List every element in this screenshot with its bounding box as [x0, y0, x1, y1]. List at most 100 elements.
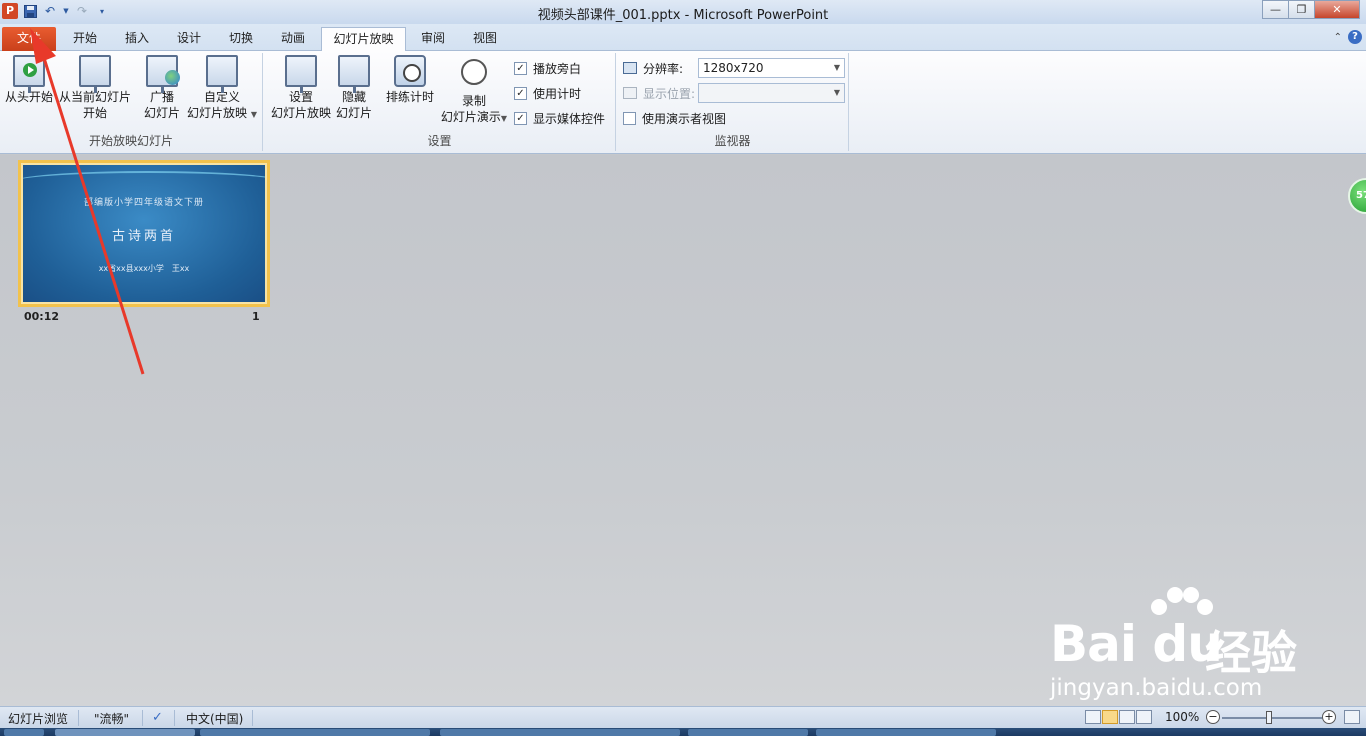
- zoom-level[interactable]: 100%: [1165, 710, 1199, 724]
- zoom-in-icon[interactable]: +: [1322, 710, 1336, 724]
- reading-view-icon[interactable]: [1119, 710, 1135, 724]
- from-current-slide-icon: [79, 55, 111, 93]
- show-media-controls-checkbox[interactable]: ✓: [514, 111, 527, 125]
- close-icon[interactable]: ✕: [1314, 0, 1360, 19]
- group-start-slide-show: 从头开始 从当前幻灯片 开始 广播 幻灯片 自定义 幻灯片放映 ▼ 开始放映幻灯…: [0, 53, 263, 151]
- play-narrations-checkbox[interactable]: ✓: [514, 61, 527, 75]
- zoom-out-icon[interactable]: −: [1206, 710, 1220, 724]
- spellcheck-icon[interactable]: ✓: [152, 710, 163, 725]
- tab-slide-show[interactable]: 幻灯片放映: [321, 27, 406, 52]
- taskbar-item[interactable]: [688, 729, 808, 736]
- custom-dropdown-icon: ▼: [250, 110, 257, 119]
- record-label-1: 录制: [461, 94, 486, 108]
- from-beginning-button[interactable]: 从头开始: [4, 55, 54, 105]
- slide-subtitle: 部编版小学四年级语文下册: [83, 198, 204, 208]
- show-on-select[interactable]: ▼: [698, 83, 845, 103]
- from-current-slide-button[interactable]: 从当前幻灯片 开始: [56, 55, 134, 121]
- taskbar-item[interactable]: [55, 729, 195, 736]
- taskbar-start-button[interactable]: [4, 729, 44, 736]
- ribbon: 从头开始 从当前幻灯片 开始 广播 幻灯片 自定义 幻灯片放映 ▼ 开始放映幻灯…: [0, 51, 1366, 154]
- group-set-up: 设置 幻灯片放映 隐藏 幻灯片 排练计时 录制 幻灯片演示▼ ✓ 播放旁白 ✓ …: [264, 53, 616, 151]
- group-label-setup: 设置: [427, 134, 452, 148]
- from-current-label-2: 开始: [82, 106, 107, 120]
- resolution-label: 分辨率:: [643, 61, 684, 76]
- resolution-icon: [623, 62, 637, 74]
- custom-slide-show-button[interactable]: 自定义 幻灯片放映 ▼: [186, 55, 258, 123]
- show-on-row: 显示位置:: [623, 84, 695, 102]
- show-media-controls-label: 显示媒体控件: [533, 111, 606, 126]
- set-up-slide-show-button[interactable]: 设置 幻灯片放映: [268, 55, 334, 121]
- status-view-name: 幻灯片浏览: [8, 712, 69, 726]
- set-up-slide-show-icon: [285, 55, 317, 93]
- zoom-slider-handle[interactable]: [1266, 711, 1272, 724]
- slide-timing: 00:12: [24, 310, 60, 323]
- broadcast-slide-show-button[interactable]: 广播 幻灯片: [140, 55, 184, 121]
- minimize-icon[interactable]: —: [1262, 0, 1289, 19]
- presenter-view-option[interactable]: ✓ 使用演示者视图: [623, 109, 726, 127]
- zoom-slider[interactable]: [1222, 717, 1322, 719]
- show-on-dropdown-icon: ▼: [833, 88, 840, 97]
- watermark-logo-text: Bai du: [1050, 615, 1223, 673]
- taskbar-item[interactable]: [816, 729, 996, 736]
- tab-view[interactable]: 视图: [461, 27, 509, 51]
- hide-label-2: 幻灯片: [335, 106, 372, 120]
- show-on-icon: [623, 87, 637, 99]
- slide-thumbnail[interactable]: 部编版小学四年级语文下册 古诗两首 xx省xx县xxx小学 王xx: [18, 160, 270, 307]
- tab-design[interactable]: 设计: [164, 27, 214, 51]
- use-timings-label: 使用计时: [533, 86, 582, 101]
- normal-view-icon[interactable]: [1085, 710, 1101, 724]
- resolution-value: 1280x720: [703, 61, 764, 75]
- tab-home[interactable]: 开始: [60, 27, 110, 51]
- watermark-url: jingyan.baidu.com: [1050, 675, 1263, 701]
- tab-insert[interactable]: 插入: [112, 27, 162, 51]
- window-controls: — ❐ ✕: [1262, 0, 1360, 19]
- slide-number: 1: [252, 310, 260, 323]
- restore-icon[interactable]: ❐: [1288, 0, 1315, 19]
- baidu-watermark: Bai du 经验 jingyan.baidu.com: [1030, 585, 1320, 705]
- tab-transitions[interactable]: 切换: [216, 27, 266, 51]
- help-icon[interactable]: ?: [1348, 30, 1362, 44]
- group-label-start: 开始放映幻灯片: [88, 134, 173, 148]
- play-narrations-option[interactable]: ✓ 播放旁白: [514, 59, 581, 77]
- record-dropdown-icon: ▼: [500, 114, 508, 123]
- set-up-label-2: 幻灯片放映: [270, 106, 331, 120]
- tab-file[interactable]: 文件: [2, 27, 56, 51]
- play-narrations-label: 播放旁白: [533, 61, 582, 76]
- presenter-view-checkbox[interactable]: ✓: [623, 111, 636, 125]
- resolution-row: 分辨率:: [623, 59, 683, 77]
- rehearse-timings-button[interactable]: 排练计时: [382, 55, 438, 105]
- use-timings-checkbox[interactable]: ✓: [514, 86, 527, 100]
- show-on-label: 显示位置:: [643, 86, 696, 101]
- status-bar: 幻灯片浏览 "流畅" ✓ 中文(中国) 100% − +: [0, 706, 1366, 728]
- group-label-monitors: 监视器: [714, 134, 751, 148]
- slide-sorter-view-icon[interactable]: [1102, 710, 1118, 724]
- ribbon-tabs: 文件 开始 插入 设计 切换 动画 幻灯片放映 审阅 视图 ⌃ ?: [0, 24, 1366, 52]
- resolution-select[interactable]: 1280x720 ▼: [698, 58, 845, 78]
- presenter-view-label: 使用演示者视图: [642, 111, 727, 126]
- broadcast-icon: [146, 55, 180, 93]
- status-theme-name: "流畅": [94, 712, 130, 726]
- floating-badge[interactable]: 57: [1348, 178, 1366, 214]
- use-timings-option[interactable]: ✓ 使用计时: [514, 84, 581, 102]
- show-media-controls-option[interactable]: ✓ 显示媒体控件: [514, 109, 605, 127]
- custom-slide-show-icon: [206, 55, 238, 93]
- taskbar-item[interactable]: [440, 729, 680, 736]
- hide-slide-button[interactable]: 隐藏 幻灯片: [334, 55, 374, 121]
- record-slide-show-button[interactable]: 录制 幻灯片演示▼: [438, 55, 510, 127]
- record-slide-show-icon: [458, 59, 490, 91]
- broadcast-label-2: 幻灯片: [143, 106, 180, 120]
- record-label-2: 幻灯片演示: [440, 110, 501, 124]
- slide-show-view-icon[interactable]: [1136, 710, 1152, 724]
- watermark-cn-text: 经验: [1205, 626, 1297, 680]
- taskbar-item[interactable]: [200, 729, 430, 736]
- hide-slide-icon: [338, 55, 370, 93]
- slide-author: xx省xx县xxx小学 王xx: [98, 264, 190, 273]
- tab-animations[interactable]: 动画: [268, 27, 318, 51]
- fit-to-window-icon[interactable]: [1344, 710, 1360, 724]
- rehearse-label: 排练计时: [385, 90, 434, 104]
- tab-review[interactable]: 审阅: [409, 27, 457, 51]
- window-title: 视频头部课件_001.pptx - Microsoft PowerPoint: [537, 8, 829, 23]
- group-monitors: 分辨率: 1280x720 ▼ 显示位置: ▼ ✓ 使用演示者视图 监视器: [617, 53, 849, 151]
- status-language[interactable]: 中文(中国): [186, 710, 243, 727]
- collapse-ribbon-icon[interactable]: ⌃: [1334, 32, 1342, 43]
